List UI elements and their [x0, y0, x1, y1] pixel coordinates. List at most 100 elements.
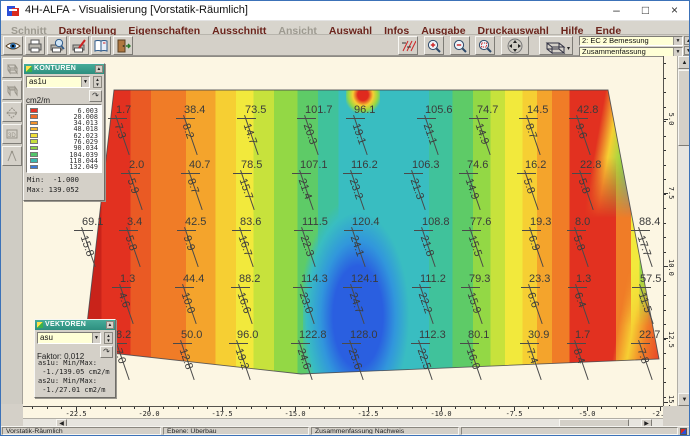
close-button[interactable]: × — [660, 1, 689, 21]
window-title: 4H-ALFA - Visualisierung [Vorstatik-Räum… — [25, 4, 248, 16]
legend-swatch — [30, 108, 38, 113]
node-value-1: 111.2 — [420, 273, 446, 285]
view-3d-button[interactable]: ▾ — [539, 36, 573, 55]
node-value-1: 114.3 — [301, 273, 328, 285]
zoom-in-icon — [426, 38, 442, 54]
zoom-window-button[interactable] — [475, 36, 495, 55]
chevron-down-icon[interactable]: ▼ — [673, 48, 682, 56]
vektoren-spinner[interactable]: ▲▼ — [104, 332, 113, 344]
toolbar: ▾ 2: EC 2 Bemessung▼ Zusammenfassung▼ ▲ … — [1, 35, 689, 56]
legend-max: Max: 139.052 — [27, 185, 101, 194]
maximize-button[interactable]: □ — [631, 1, 660, 21]
ruler-minor-tick — [280, 407, 281, 409]
status-result: Zusammenfassung Nachweis — [311, 427, 459, 435]
ruler-minor-tick — [134, 407, 135, 409]
minimize-button[interactable]: – — [602, 1, 631, 21]
node-value-1: 57.5 — [640, 273, 661, 285]
node-value-1: 101.7 — [305, 104, 333, 116]
node-value-1: 124.1 — [351, 273, 379, 285]
chevron-down-icon[interactable]: ▼ — [673, 37, 682, 45]
node-value-1: 74.6 — [467, 159, 488, 171]
view-options-button[interactable] — [3, 36, 23, 55]
ruler-vertical: 5.07.510.012.515.0 — [663, 56, 677, 406]
panel-collapse-button[interactable]: ▴ — [95, 65, 103, 73]
konturen-combo[interactable]: as1u▼ — [26, 76, 90, 88]
node-value-1: 80.1 — [468, 329, 489, 341]
ruler-minor-tick — [664, 150, 666, 151]
ruler-label: -12.5 — [357, 410, 378, 418]
ruler-minor-tick — [61, 407, 62, 409]
app-window: 4H-ALFA - Visualisierung [Vorstatik-Räum… — [0, 0, 690, 436]
legend-swatch — [30, 121, 38, 126]
chevron-down-icon: ▼ — [81, 77, 89, 87]
scroll-up-icon[interactable]: ▲ — [678, 56, 690, 69]
print-button[interactable] — [25, 36, 45, 55]
status-extra — [461, 427, 678, 435]
status-layer: Ebene: Überbau — [163, 427, 309, 435]
render-view-button[interactable] — [2, 80, 22, 100]
panel-collapse-button[interactable]: ▴ — [106, 321, 114, 329]
node-value-1: 88.4 — [639, 216, 660, 228]
ruler-minor-tick — [601, 407, 602, 409]
legend-swatch — [30, 127, 38, 132]
ruler-label: -5.0 — [579, 410, 596, 418]
ruler-minor-tick — [90, 407, 91, 409]
node-value-1: 2.0 — [129, 159, 144, 171]
node-value-1: 105.6 — [425, 104, 453, 116]
drawing-canvas[interactable]: 1.77.338.48.273.514.7101.720.396.119.110… — [23, 56, 663, 406]
vertical-scrollbar[interactable]: ▲ ▼ — [677, 56, 690, 406]
zoom-out-button[interactable] — [450, 36, 470, 55]
ruler-label: -20.0 — [138, 410, 159, 418]
node-value-1: 38.4 — [184, 104, 205, 116]
node-value-1: 112.3 — [419, 329, 446, 341]
hidden-line-button[interactable] — [2, 102, 22, 122]
vektoren-info-line: as2u: Min/Max: — [38, 377, 112, 385]
ruler-minor-tick — [353, 407, 354, 409]
zoom-in-button[interactable] — [424, 36, 444, 55]
loadcase-combo[interactable]: 2: EC 2 Bemessung▼ — [579, 36, 683, 46]
vertical-scroll-thumb[interactable] — [678, 70, 690, 146]
pan-control[interactable] — [501, 36, 529, 55]
ruler-minor-tick — [382, 407, 383, 409]
ruler-minor-tick — [412, 407, 413, 409]
node-value-1: 40.7 — [189, 159, 210, 171]
legend-list[interactable]: 6.00320.00834.01348.01862.02376.02990.03… — [26, 104, 102, 173]
wireframe-view-button[interactable] — [2, 58, 22, 78]
projection-button[interactable]: 3D — [2, 124, 22, 144]
ruler-minor-tick — [664, 368, 666, 369]
ruler-label: -15.0 — [284, 410, 305, 418]
ruler-minor-tick — [664, 78, 666, 79]
refresh-button[interactable]: ↷ — [89, 90, 102, 102]
ruler-minor-tick — [207, 407, 208, 409]
ruler-minor-tick — [664, 353, 666, 354]
node-value-1: 69.1 — [82, 216, 103, 228]
ruler-minor-tick — [455, 407, 456, 409]
contour-corner-bands — [546, 89, 663, 225]
node-values-button[interactable] — [398, 36, 418, 55]
refresh-button[interactable]: ↷ — [100, 346, 113, 358]
exit-button[interactable] — [113, 36, 133, 55]
print-settings-button[interactable] — [69, 36, 89, 55]
app-icon — [6, 4, 20, 18]
vektoren-combo[interactable]: asu▼ — [37, 332, 101, 344]
vektoren-panel-titlebar[interactable]: VEKTOREN ▴ — [35, 320, 115, 330]
print-edit-icon — [71, 38, 87, 54]
status-indicator-icon — [680, 428, 687, 435]
combo-spin-down[interactable]: ▼ — [684, 46, 690, 55]
book-icon — [93, 38, 109, 54]
combo-spin-up[interactable]: ▲ — [684, 36, 690, 45]
node-value-1: 122.8 — [299, 329, 327, 341]
konturen-spinner[interactable]: ▲▼ — [93, 76, 102, 88]
node-value-1: 78.5 — [241, 159, 262, 171]
legend-swatch — [30, 158, 38, 163]
konturen-panel-titlebar[interactable]: KONTUREN ▴ — [24, 64, 104, 74]
node-value-1: 8.0 — [575, 216, 590, 228]
node-value-1: 111.5 — [302, 216, 328, 228]
projection-3d-icon: 3D — [5, 127, 19, 141]
manual-button[interactable] — [91, 36, 111, 55]
measure-button[interactable] — [2, 146, 22, 166]
scroll-down-icon[interactable]: ▼ — [678, 393, 690, 406]
ruler-minor-tick — [664, 237, 666, 238]
print-preview-button[interactable] — [47, 36, 67, 55]
node-value-1: 74.7 — [477, 104, 498, 116]
